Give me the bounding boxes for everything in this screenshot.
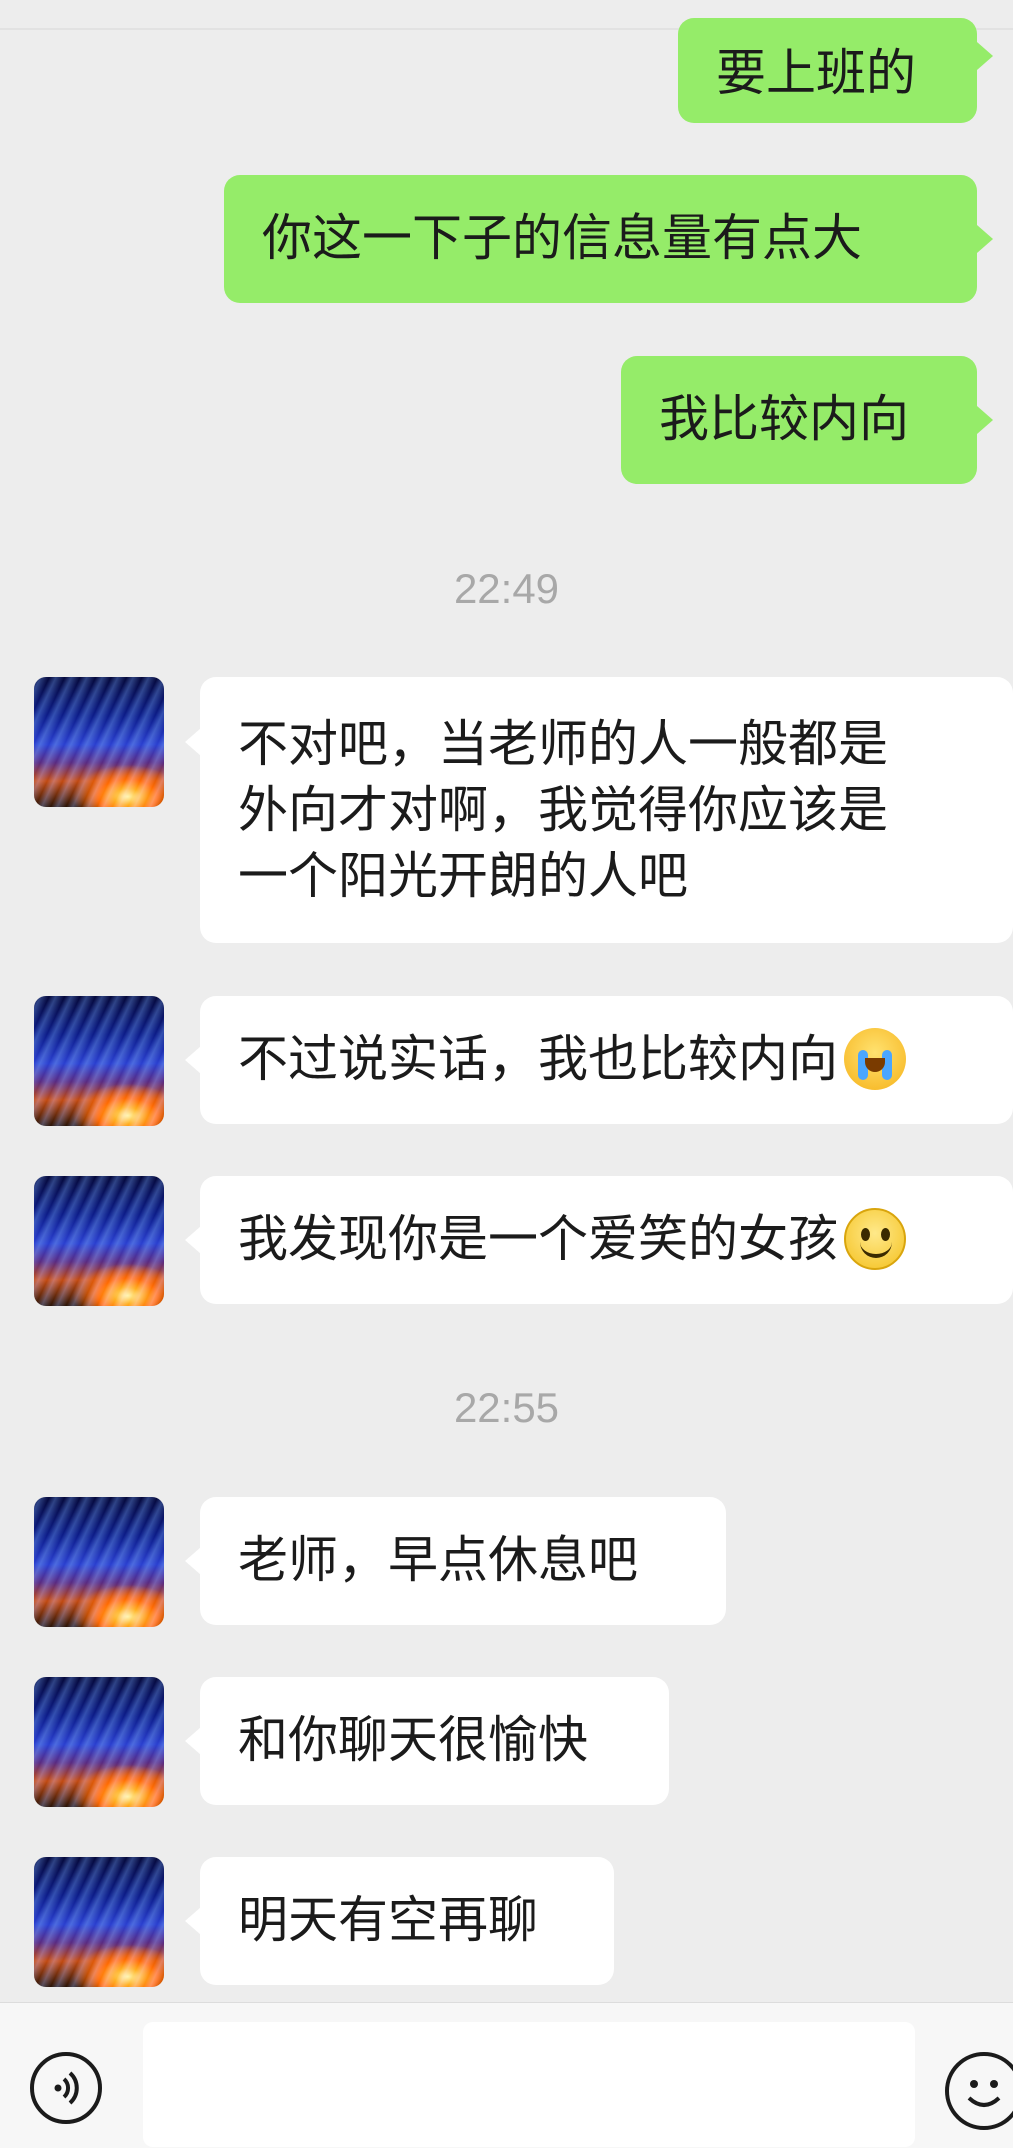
message-text-line: 一个阳光开朗的人吧	[238, 847, 688, 905]
message-bubble-received[interactable]: 不过说实话，我也比较内向	[200, 996, 1013, 1124]
message-bubble-received[interactable]: 不对吧，当老师的人一般都是 外向才对啊，我觉得你应该是 一个阳光开朗的人吧	[200, 677, 1013, 943]
bubble-tail	[185, 1907, 201, 1935]
bubble-tail	[185, 1547, 201, 1575]
contact-avatar[interactable]	[34, 1176, 164, 1306]
chat-timestamp: 22:55	[453, 1384, 560, 1431]
chat-timestamp: 22:49	[453, 565, 560, 612]
message-bubble-received[interactable]: 和你聊天很愉快	[200, 1677, 669, 1805]
contact-avatar[interactable]	[34, 1857, 164, 1987]
message-bubble-received[interactable]: 老师，早点休息吧	[200, 1497, 726, 1625]
bubble-tail	[977, 42, 993, 70]
message-bubble-sent[interactable]: 我比较内向	[621, 356, 977, 484]
message-text: 我比较内向	[659, 390, 909, 448]
message-input[interactable]	[143, 2022, 915, 2147]
bubble-tail	[185, 1727, 201, 1755]
bubble-tail	[185, 1226, 201, 1254]
contact-avatar[interactable]	[34, 1497, 164, 1627]
message-bubble-received[interactable]: 明天有空再聊	[200, 1857, 614, 1985]
bubble-tail	[185, 1046, 201, 1074]
message-text: 你这一下子的信息量有点大	[262, 209, 862, 267]
smiling-face-emoji-icon	[844, 1207, 906, 1270]
bubble-tail	[185, 728, 201, 756]
message-text: 我发现你是一个爱笑的女孩	[238, 1210, 838, 1268]
message-bubble-sent[interactable]: 你这一下子的信息量有点大	[224, 175, 977, 303]
bubble-tail	[977, 406, 993, 434]
contact-avatar[interactable]	[34, 1677, 164, 1807]
message-text: 要上班的	[716, 44, 916, 102]
message-bubble-received[interactable]: 我发现你是一个爱笑的女孩	[200, 1176, 1013, 1304]
message-text-line: 不对吧，当老师的人一般都是	[238, 715, 888, 773]
message-text: 和你聊天很愉快	[238, 1711, 588, 1769]
message-text-line: 外向才对啊，我觉得你应该是	[238, 781, 888, 839]
contact-avatar[interactable]	[34, 996, 164, 1126]
message-text: 不过说实话，我也比较内向	[238, 1030, 838, 1088]
voice-input-icon[interactable]	[30, 2052, 102, 2124]
emoji-keyboard-icon[interactable]	[945, 2052, 1013, 2130]
bubble-tail	[977, 225, 993, 253]
message-text: 明天有空再聊	[238, 1891, 538, 1949]
message-bubble-sent[interactable]: 要上班的	[678, 18, 977, 123]
contact-avatar[interactable]	[34, 677, 164, 807]
crying-face-emoji-icon	[844, 1027, 906, 1090]
message-text: 老师，早点休息吧	[238, 1531, 638, 1589]
